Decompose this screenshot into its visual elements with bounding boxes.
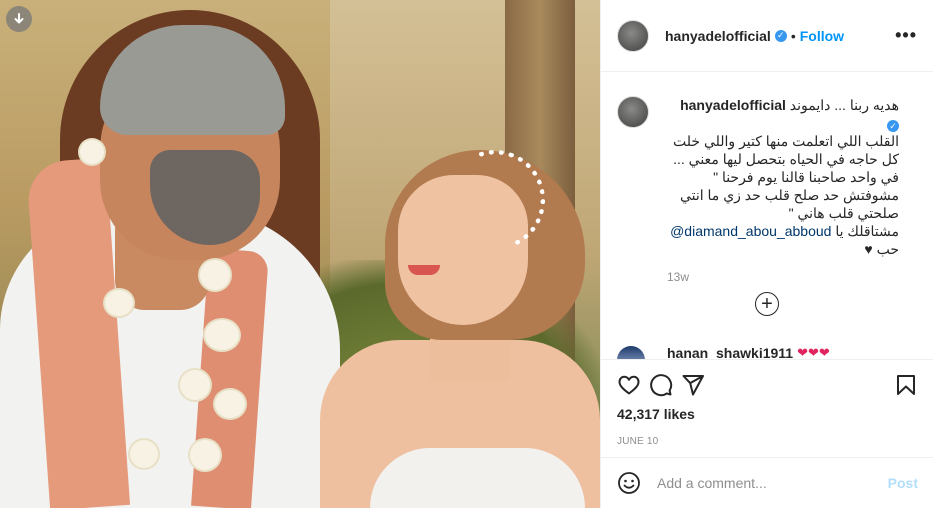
caption-username[interactable]: hanyadelofficial [680,97,786,113]
comment-input[interactable]: Add a comment... [657,475,888,491]
header-username[interactable]: hanyadelofficial [665,28,771,44]
photo-garland-flower [180,370,210,400]
photo-woman-lips [408,265,440,275]
comment-icon [650,374,673,397]
caption-body: هديه ربنا ... دايموند hanyadelofficial✓ … [667,96,899,284]
caption-avatar[interactable] [617,96,649,128]
photo-garland-flower [105,290,133,316]
caption-line-3: كل حاجه في الحياه بتحصل ليها معني ... [673,151,899,167]
verified-icon: ✓ [887,120,899,132]
emoji-icon [618,472,640,494]
photo-garland-flower [205,320,239,350]
likes-count[interactable]: 42,317 likes [617,406,918,422]
bookmark-icon [897,375,915,395]
avatar[interactable] [617,19,649,52]
comment-avatar[interactable] [617,346,645,360]
caption-line-text: هديه ربنا ... دايموند [789,97,899,113]
plus-circle-icon[interactable]: + [755,292,779,316]
caption-line-4: في واحد صاحبنا قالنا يوم فرحنا " [713,169,899,185]
photo-garland-flower [200,260,230,290]
share-icon [682,375,704,396]
heart-icon [618,375,640,395]
post-photo[interactable] [0,0,600,508]
photo-garland-flower [215,390,245,418]
more-icon[interactable]: ••• [895,25,917,46]
caption-line-8: حب ♥ [864,241,899,257]
caption-mention-prefix: مشتاقلك يا [835,223,899,239]
download-icon [14,13,24,24]
save-button[interactable] [886,365,926,405]
photo-garland-flower [190,440,220,470]
follow-button[interactable]: Follow [800,28,844,44]
caption-text: هديه ربنا ... دايموند hanyadelofficial✓ … [667,96,899,258]
caption: هديه ربنا ... دايموند hanyadelofficial✓ … [617,96,917,284]
header-separator: • [790,27,796,44]
caption-line-7: مشتاقلك يا @diamand_abou_abboud [667,222,899,240]
download-button[interactable] [6,6,32,32]
post-actions-area: 42,317 likes JUNE 10 [601,359,933,447]
verified-icon: ✓ [774,29,787,42]
photo-garland-flower [130,440,158,468]
comment-text: ❤❤❤ [797,346,830,360]
comment-username[interactable]: hanan_shawki1911 [667,346,793,360]
caption-timestamp[interactable]: 13w [667,270,899,284]
post-side-panel: hanyadelofficial ✓ • Follow ••• هديه ربن… [600,0,933,508]
caption-line-5: مشوفتش حد صلح قلب حد زي ما انتي [679,187,899,203]
photo-garland-flower [80,140,104,164]
share-button[interactable] [673,365,713,405]
comments-section[interactable]: هديه ربنا ... دايموند hanyadelofficial✓ … [601,72,933,360]
caption-line-1: هديه ربنا ... دايموند hanyadelofficial ✓ [667,96,899,132]
post-date[interactable]: JUNE 10 [617,436,918,447]
caption-line-2: القلب اللي اتعلمت منها كتير واللي خلت [673,133,899,149]
photo-dress [370,448,585,508]
caption-line-6: صلحتي قلب هاني " [788,205,899,221]
add-comment-bar: Add a comment... Post [601,457,933,508]
action-bar [617,360,918,410]
list-item: hanan_shawki1911 ❤❤❤ [617,346,830,360]
post-header: hanyadelofficial ✓ • Follow ••• [601,0,933,72]
emoji-button[interactable] [617,471,641,495]
mention-link[interactable]: @diamand_abou_abboud [670,223,831,239]
post-comment-button[interactable]: Post [888,475,918,491]
